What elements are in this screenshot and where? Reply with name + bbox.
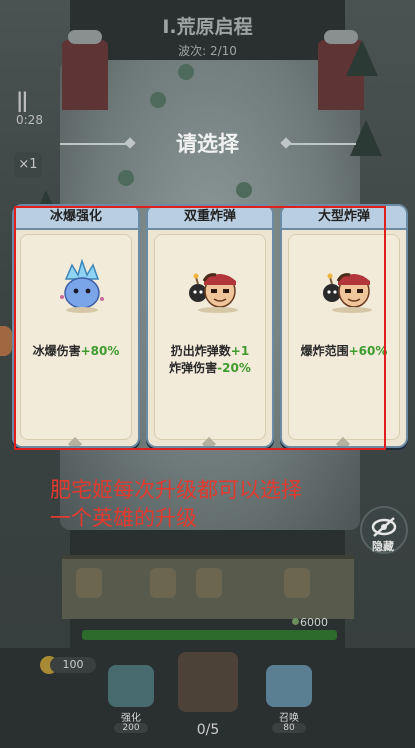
hero-slot[interactable] [178,652,238,712]
wall-hero [196,568,222,598]
strengthen-button[interactable]: 强化 200 [100,665,162,737]
summon-button[interactable]: 召唤 80 [258,665,320,737]
summon-cart-icon [266,665,312,707]
summon-cost: 80 [272,723,306,733]
coin-count: 100 [50,657,96,673]
enemy [150,92,166,108]
wall-hero [284,568,310,598]
enemy [236,182,252,198]
hide-label: 隐藏 [372,540,394,553]
choose-title: 请选择 [176,132,239,156]
enemy [178,64,194,80]
wall-hero [76,568,102,598]
level-title: Ⅰ.荒原启程 [162,16,253,38]
wall-hero [150,568,176,598]
pause-button[interactable]: || [16,88,29,112]
strengthen-cost: 200 [114,723,148,733]
caption-line: 肥宅姬每次升级都可以选择 [50,478,302,502]
highlight-box [14,206,386,450]
hero-count: 0/5 [196,722,220,738]
caption-line: 一个英雄的升级 [50,506,197,530]
enemy [118,170,134,186]
hp-icon [292,618,299,625]
strengthen-label: 强化 [121,713,141,724]
anvil-icon [108,665,154,707]
wall-hp-bar [82,630,337,640]
wall-hp-value: 6000 [300,616,328,629]
side-character [0,326,12,356]
annotation-caption: 肥宅姬每次升级都可以选择 一个英雄的升级 [50,476,302,532]
battle-timer: 0:28 [16,113,43,127]
wave-counter: 波次: 2/10 [178,44,237,58]
summon-label: 召唤 [279,713,299,724]
